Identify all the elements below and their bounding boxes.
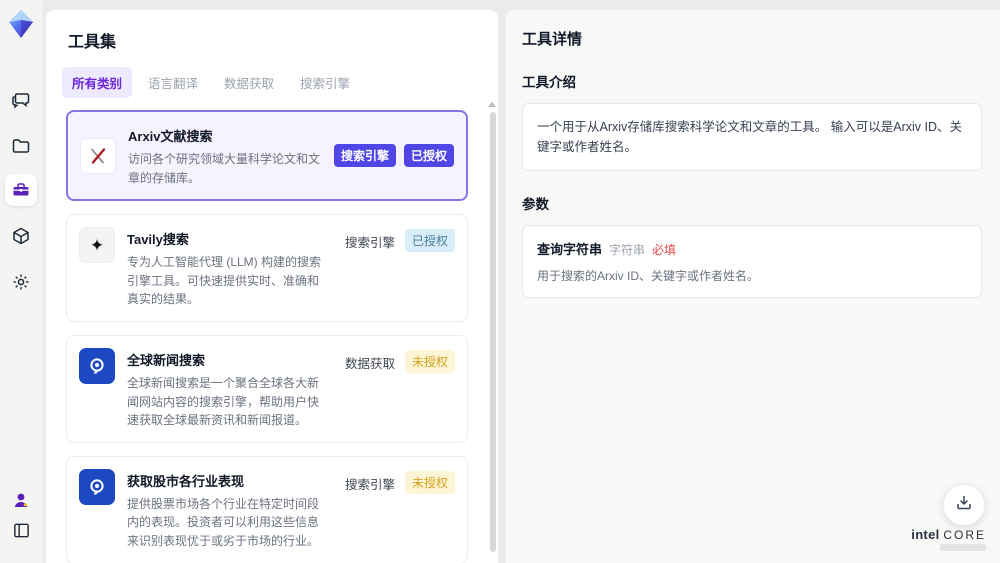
chat-icon [11, 90, 31, 110]
params-box: 查询字符串 字符串 必填 用于搜索的Arxiv ID、关键字或作者姓名。 [522, 225, 982, 298]
tool-name: 获取股市各行业表现 [127, 473, 245, 489]
scroll-up-arrow[interactable] [488, 102, 496, 107]
intel-core-logo: intel CORE [911, 527, 986, 551]
tool-detail-panel: 工具详情 工具介绍 一个用于从Arxiv存储库搜索科学论文和文章的工具。 输入可… [506, 10, 1000, 563]
tool-description: 提供股票市场各个行业在特定时间段内的表现。投资者可以利用这些信息来识别表现优于或… [127, 496, 320, 548]
ultra-mark [940, 544, 986, 551]
tool-card[interactable]: ✦ Arxiv文献搜索 访问各个研究领域大量科学论文和文章的存储库。 搜索引擎 … [66, 110, 468, 202]
sidebar-item-settings[interactable] [5, 266, 37, 298]
gear-icon [11, 272, 31, 292]
tool-name: Arxiv文献搜索 [128, 129, 213, 144]
tool-icon: ✦ [80, 137, 116, 174]
detail-title: 工具详情 [522, 31, 583, 48]
category-tabs: 所有类别 语言翻译 数据获取 搜索引擎 [62, 67, 498, 98]
user-avatar-icon [11, 490, 31, 510]
folder-icon [11, 136, 31, 156]
tool-description: 访问各个研究领域大量科学论文和文章的存储库。 [128, 152, 321, 185]
sidebar-item-files[interactable] [5, 130, 37, 162]
tool-name: Tavily搜索 [127, 232, 189, 248]
sidebar-item-account[interactable] [5, 484, 37, 516]
tool-card-list: ✦ Arxiv文献搜索 访问各个研究领域大量科学论文和文章的存储库。 搜索引擎 … [66, 110, 482, 563]
category-tab[interactable]: 语言翻译 [138, 67, 208, 98]
page-title: 工具集 [68, 34, 117, 51]
tool-category-badge: 数据获取 [344, 356, 395, 371]
tool-category-badge: 搜索引擎 [344, 477, 395, 492]
sidebar-item-chat[interactable] [5, 84, 37, 116]
tool-card[interactable]: ✦ 获取股市各行业表现 提供股票市场各个行业在特定时间段内的表现。投资者可以利用… [66, 455, 468, 563]
param-type: 字符串 [609, 243, 646, 257]
tool-card[interactable]: ✦ Tavily搜索 专为人工智能代理 (LLM) 构建的搜索引擎工具。可快速提… [66, 214, 468, 322]
sidebar-item-models[interactable] [5, 220, 37, 252]
tool-card[interactable]: ✦ 全球新闻搜索 全球新闻搜索是一个聚合全球各大新闻网站内容的搜索引擎，帮助用户… [66, 334, 468, 443]
tool-auth-badge: 已授权 [403, 144, 454, 168]
tool-auth-badge: 已授权 [404, 229, 455, 253]
tool-intro-text: 一个用于从Arxiv存储库搜索科学论文和文章的工具。 输入可以是Arxiv ID… [537, 120, 963, 154]
tool-icon: ✦ [79, 227, 115, 264]
tool-icon: ✦ [79, 468, 115, 505]
intro-heading: 工具介绍 [522, 75, 576, 90]
category-tab[interactable]: 搜索引擎 [290, 67, 360, 98]
sidebar-rail [0, 0, 42, 563]
param-name: 查询字符串 [537, 242, 603, 257]
tool-auth-badge: 未授权 [404, 470, 455, 494]
sidebar-item-toolbox[interactable] [5, 174, 37, 206]
category-tab[interactable]: 数据获取 [214, 67, 284, 98]
app-logo-icon [7, 8, 35, 45]
tool-icon: ✦ [79, 347, 115, 384]
params-heading: 参数 [522, 197, 549, 212]
toolbox-icon [11, 180, 31, 200]
tool-auth-badge: 未授权 [404, 349, 455, 373]
download-icon [954, 493, 974, 518]
category-tab[interactable]: 所有类别 [62, 67, 133, 98]
layout-panel-icon [12, 521, 31, 540]
tool-name: 全球新闻搜索 [127, 352, 206, 368]
param-required-flag: 必填 [652, 243, 677, 257]
package-icon [11, 226, 31, 246]
tool-description: 全球新闻搜索是一个聚合全球各大新闻网站内容的搜索引擎，帮助用户快速获取全球最新资… [127, 375, 320, 428]
tool-category-badge: 搜索引擎 [344, 236, 395, 251]
tool-list-panel: 工具集 所有类别 语言翻译 数据获取 搜索引擎 ✦ Arxiv文献搜索 [46, 10, 498, 563]
scrollbar[interactable] [490, 112, 496, 552]
tool-description: 专为人工智能代理 (LLM) 构建的搜索引擎工具。可快速提供实时、准确和真实的结… [127, 255, 322, 307]
intel-wordmark: intel [911, 527, 940, 542]
download-button[interactable] [943, 484, 985, 526]
tool-category-badge: 搜索引擎 [333, 144, 396, 168]
core-wordmark: CORE [943, 528, 986, 542]
param-description: 用于搜索的Arxiv ID、关键字或作者姓名。 [537, 269, 760, 283]
sidebar-item-collapse[interactable] [5, 514, 37, 546]
